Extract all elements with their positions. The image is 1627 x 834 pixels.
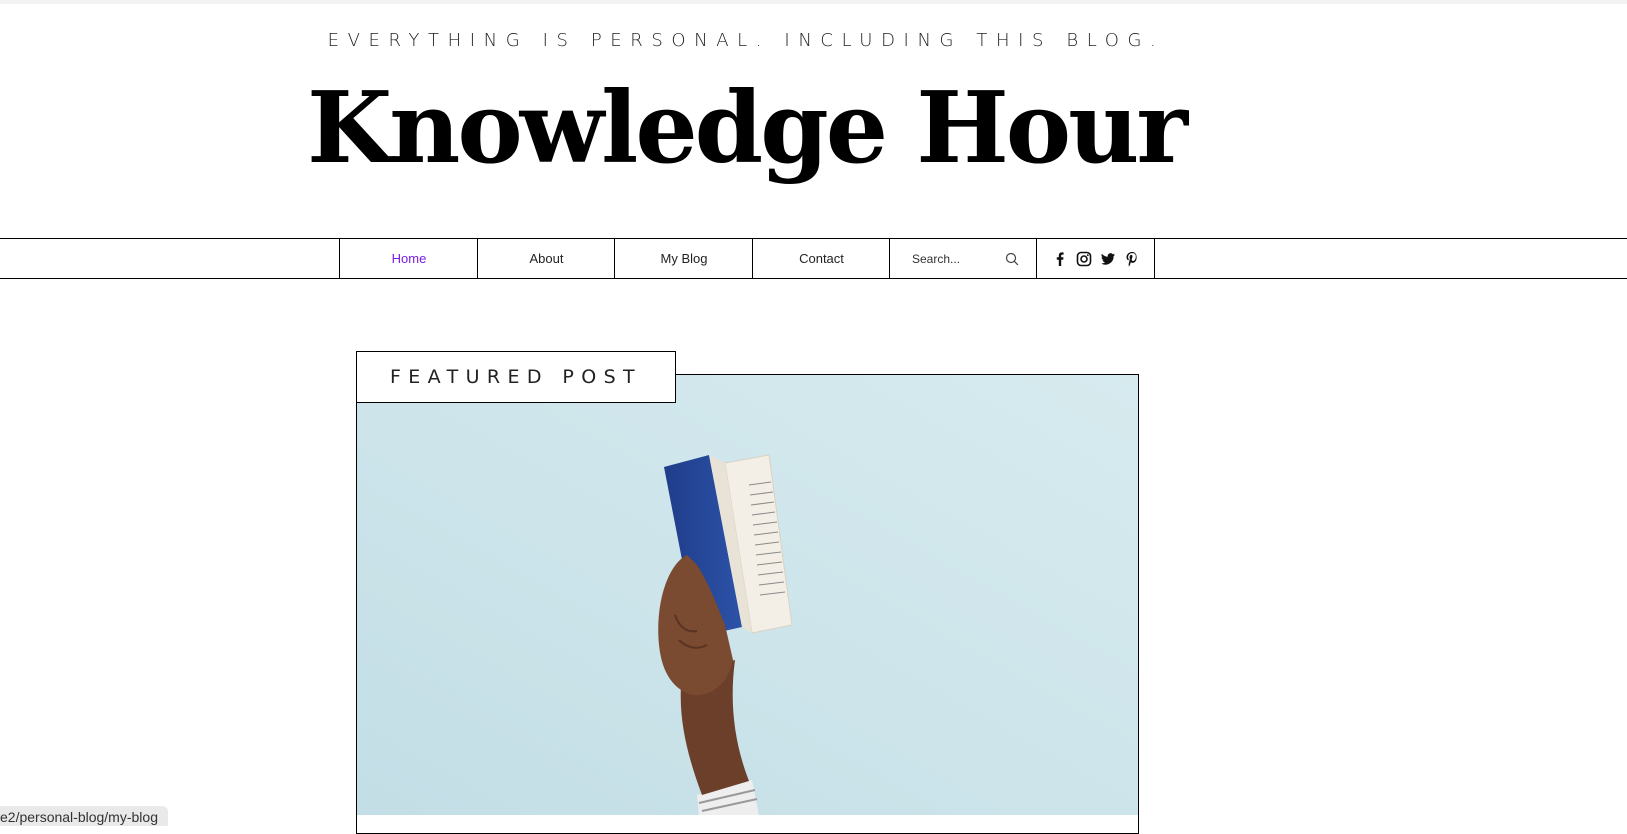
featured-post-label: FEATURED POST: [356, 351, 676, 403]
nav-home[interactable]: Home: [339, 239, 478, 278]
site-title[interactable]: Knowledge Hour: [0, 80, 1492, 178]
search-input[interactable]: [910, 250, 1009, 267]
search-icon[interactable]: [1004, 251, 1020, 267]
search-box: [889, 239, 1036, 278]
facebook-icon[interactable]: [1052, 251, 1068, 267]
twitter-icon[interactable]: [1100, 251, 1116, 267]
nav-contact[interactable]: Contact: [752, 239, 890, 278]
top-edge: [0, 0, 1627, 4]
status-bar-url: e2/personal-blog/my-blog: [0, 806, 168, 826]
nav-my-blog[interactable]: My Blog: [614, 239, 753, 278]
social-bar: [1036, 239, 1155, 278]
main-nav: Home About My Blog Contact: [0, 238, 1627, 279]
nav-about[interactable]: About: [477, 239, 615, 278]
site-tagline: EVERYTHING IS PERSONAL. INCLUDING THIS B…: [327, 30, 1165, 51]
featured-post-image[interactable]: [357, 375, 1138, 815]
featured-post[interactable]: [356, 374, 1139, 834]
instagram-icon[interactable]: [1076, 251, 1092, 267]
pinterest-icon[interactable]: [1124, 251, 1140, 267]
